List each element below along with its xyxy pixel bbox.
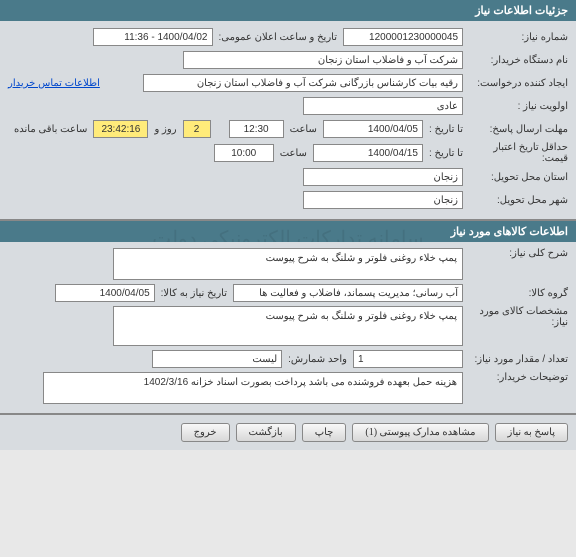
buyer-org-field: شرکت آب و فاضلاب استان زنجان [183, 51, 463, 69]
creator-label: ایجاد کننده درخواست: [463, 78, 568, 89]
price-validity-date-field: 1400/04/15 [313, 144, 423, 162]
reply-deadline-label: مهلت ارسال پاسخ: [463, 124, 568, 135]
days-field: 2 [183, 120, 211, 138]
reply-time-label: ساعت [284, 124, 323, 135]
goods-group-field: آب رسانی؛ مدیریت پسماند، فاضلاب و فعالیت… [233, 284, 463, 302]
exit-button[interactable]: خروج [181, 423, 230, 442]
price-validity-time-label: ساعت [274, 148, 313, 159]
qty-label: تعداد / مقدار مورد نیاز: [463, 354, 568, 365]
public-announce-label: تاریخ و ساعت اعلان عمومی: [213, 32, 344, 43]
contact-link[interactable]: اطلاعات تماس خریدار [8, 78, 100, 89]
row-qty: تعداد / مقدار مورد نیاز: 1 واحد شمارش: ل… [8, 349, 568, 369]
need-date-label: تاریخ نیاز به کالا: [155, 288, 233, 299]
back-button[interactable]: بازگشت [236, 423, 296, 442]
section2-body: شرح کلی نیاز: پمپ خلاء روغنی فلوتر و شلن… [0, 242, 576, 415]
creator-field: رقیه بیات کارشناس بازرگانی شرکت آب و فاض… [143, 74, 463, 92]
row-main-desc: شرح کلی نیاز: پمپ خلاء روغنی فلوتر و شلن… [8, 248, 568, 280]
need-date-field: 1400/04/05 [55, 284, 155, 302]
need-number-label: شماره نیاز: [463, 32, 568, 43]
row-need-number: شماره نیاز: 1200001230000045 تاریخ و ساع… [8, 27, 568, 47]
reply-time-field: 12:30 [229, 120, 284, 138]
section1-header: جزئیات اطلاعات نیاز [0, 0, 576, 21]
price-to-date-label: تا تاریخ : [423, 148, 463, 159]
main-desc-field: پمپ خلاء روغنی فلوتر و شلنگ به شرح پیوست [113, 248, 463, 280]
buttons-bar: پاسخ به نیاز مشاهده مدارک پیوستی (1) چاپ… [0, 415, 576, 450]
row-price-validity: حداقل تاریخ اعتبار قیمت: تا تاریخ : 1400… [8, 142, 568, 164]
specs-field: پمپ خلاء روغنی فلوتر و شلنگ به شرح پیوست [113, 306, 463, 346]
delivery-province-field: زنجان [303, 168, 463, 186]
print-button[interactable]: چاپ [302, 423, 347, 442]
qty-field: 1 [353, 350, 463, 368]
section1-body: شماره نیاز: 1200001230000045 تاریخ و ساع… [0, 21, 576, 221]
specs-label: مشخصات کالای مورد نیاز: [463, 306, 568, 328]
row-goods-group: گروه کالا: آب رسانی؛ مدیریت پسماند، فاضل… [8, 283, 568, 303]
reply-button[interactable]: پاسخ به نیاز [495, 423, 569, 442]
row-priority: اولویت نیاز : عادی [8, 96, 568, 116]
priority-field: عادی [303, 97, 463, 115]
buyer-notes-field: هزینه حمل بعهده فروشنده می باشد پرداخت ب… [43, 372, 463, 404]
section2-header: اطلاعات کالاهای مورد نیاز [0, 221, 576, 242]
main-desc-label: شرح کلی نیاز: [463, 248, 568, 259]
delivery-city-label: شهر محل تحویل: [463, 195, 568, 206]
delivery-city-field: زنجان [303, 191, 463, 209]
reply-date-field: 1400/04/05 [323, 120, 423, 138]
row-buyer-org: نام دستگاه خریدار: شرکت آب و فاضلاب استا… [8, 50, 568, 70]
row-creator: ایجاد کننده درخواست: رقیه بیات کارشناس ب… [8, 73, 568, 93]
buyer-org-label: نام دستگاه خریدار: [463, 55, 568, 66]
delivery-province-label: استان محل تحویل: [463, 172, 568, 183]
row-delivery-city: شهر محل تحویل: زنجان [8, 190, 568, 210]
days-label: روز و [148, 124, 182, 135]
goods-group-label: گروه کالا: [463, 288, 568, 299]
row-reply-deadline: مهلت ارسال پاسخ: تا تاریخ : 1400/04/05 س… [8, 119, 568, 139]
buyer-notes-label: توضیحات خریدار: [463, 372, 568, 383]
row-specs: مشخصات کالای مورد نیاز: پمپ خلاء روغنی ف… [8, 306, 568, 346]
unit-field: لیست [152, 350, 282, 368]
to-date-label: تا تاریخ : [423, 124, 463, 135]
public-announce-field: 1400/04/02 - 11:36 [93, 28, 213, 46]
attachments-button[interactable]: مشاهده مدارک پیوستی (1) [352, 423, 488, 442]
priority-label: اولویت نیاز : [463, 101, 568, 112]
remaining-time-field: 23:42:16 [93, 120, 148, 138]
row-delivery-province: استان محل تحویل: زنجان [8, 167, 568, 187]
need-number-field: 1200001230000045 [343, 28, 463, 46]
remaining-label: ساعت باقی مانده [8, 124, 93, 135]
unit-label: واحد شمارش: [282, 354, 353, 365]
price-validity-time-field: 10:00 [214, 144, 274, 162]
price-validity-label: حداقل تاریخ اعتبار قیمت: [463, 142, 568, 164]
row-buyer-notes: توضیحات خریدار: هزینه حمل بعهده فروشنده … [8, 372, 568, 404]
